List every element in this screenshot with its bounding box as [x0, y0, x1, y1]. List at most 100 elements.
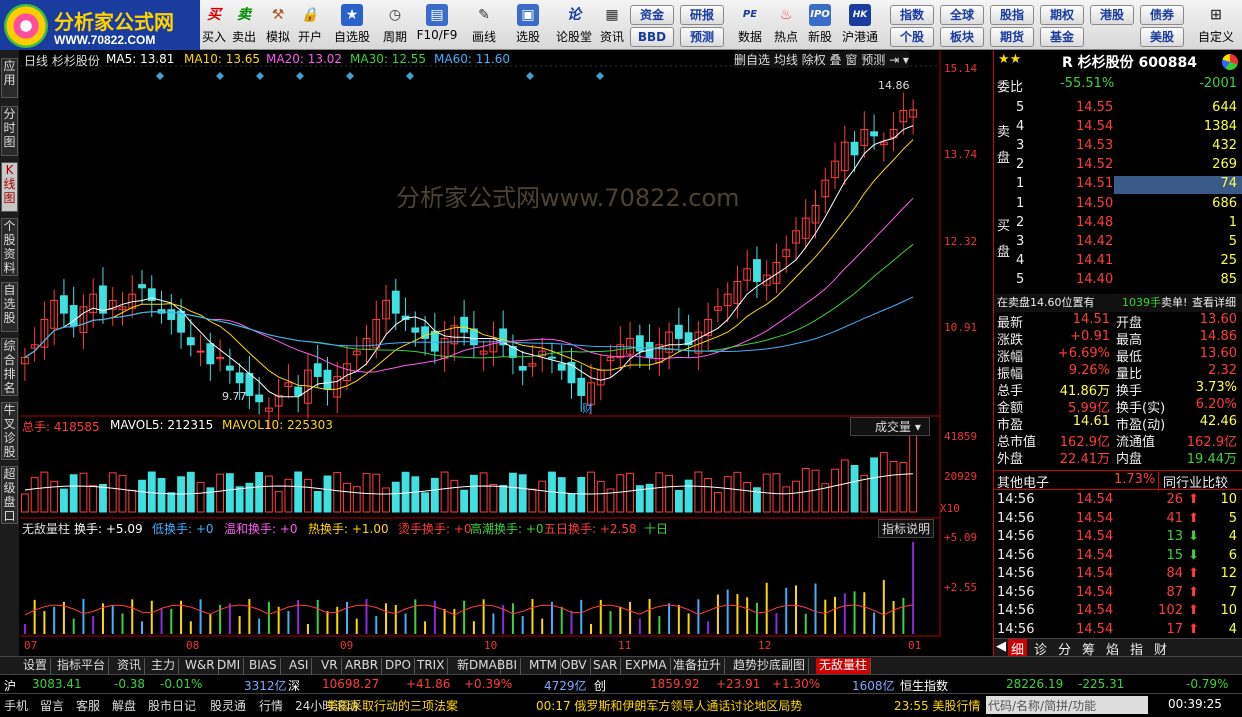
simulate-button[interactable]: ⚒ 模拟 [264, 2, 292, 48]
indicator-tab[interactable]: VR [318, 658, 342, 674]
sell-level-4[interactable]: 4 14.54 1384 [994, 119, 1242, 137]
quick-sector[interactable]: 板块 [940, 27, 984, 47]
quick-hk[interactable]: 港股 [1090, 5, 1134, 25]
quick-bonds[interactable]: 债券 [1140, 5, 1184, 25]
status-item[interactable]: 行情 [259, 697, 283, 714]
status-item[interactable]: 客服 [76, 697, 100, 714]
quick-funds2[interactable]: 基金 [1040, 27, 1084, 47]
volume-bar [99, 483, 107, 513]
quick-funds[interactable]: 资金 [630, 5, 674, 25]
indicator-tab[interactable]: 资讯 [114, 658, 146, 674]
volume-bar [255, 472, 264, 513]
buy-button[interactable]: 买买入 [202, 2, 226, 48]
indicator-tab[interactable]: DMI [214, 658, 245, 674]
stock-picker-button[interactable]: ▣ 选股 [510, 2, 546, 48]
indicator-tab[interactable]: 无敌量柱 [816, 658, 872, 674]
buy-level-3[interactable]: 3 14.42 5 [994, 234, 1242, 252]
tab-intraday[interactable]: 分时图 [1, 106, 18, 156]
sell-button[interactable]: 卖卖出 [232, 2, 256, 48]
open-account-button[interactable]: 🔒 开户 [296, 2, 324, 48]
kline-chart-area[interactable]: 日线 杉杉股份 MA5: 13.81 MA10: 13.65 MA20: 13.… [20, 50, 977, 652]
indicator-tab[interactable]: SAR [590, 658, 622, 674]
forum-button[interactable]: 论论股堂 [554, 2, 594, 48]
quick-research[interactable]: 研报 [680, 5, 724, 25]
indicator-tab[interactable]: OBV [558, 658, 591, 674]
tab-super-level[interactable]: 超级盘口 [1, 466, 18, 524]
status-item[interactable]: 解盘 [112, 697, 136, 714]
indicator-tab[interactable]: BBI [494, 658, 522, 674]
overlay-button[interactable]: 叠 [830, 53, 842, 67]
status-item[interactable]: 股市日记 [148, 697, 196, 714]
quick-forecast[interactable]: 预测 [680, 27, 724, 47]
status-item[interactable]: 股灵通 [210, 697, 246, 714]
ma-button[interactable]: 均线 [774, 53, 798, 67]
expand-icon[interactable]: ⇥ ▾ [889, 53, 909, 67]
watchlist-button[interactable]: ★ 自选股 [332, 2, 372, 48]
draw-line-button[interactable]: ✎ 画线 [466, 2, 502, 48]
indicator-tab[interactable]: BIAS [246, 658, 281, 674]
globe-icon[interactable] [1222, 54, 1238, 70]
indicator-tab[interactable]: ASI [286, 658, 313, 674]
tab-watchlist[interactable]: 自选股 [1, 282, 18, 332]
status-item[interactable]: 手机 [4, 697, 28, 714]
quick-futures[interactable]: 期货 [990, 27, 1034, 47]
sell-level-1[interactable]: 1 14.51 74 [994, 176, 1242, 194]
ipo-button[interactable]: IPO 新股 [806, 2, 834, 48]
level-num: 4 [1016, 253, 1025, 268]
news-headline-1[interactable]: 美国采取行动的三项法案 [326, 697, 458, 714]
period-button[interactable]: ◷ 周期 [378, 2, 412, 48]
quick-global[interactable]: 全球 [940, 5, 984, 25]
indicator-tab[interactable]: TRIX [414, 658, 449, 674]
search-input[interactable]: 代码/名称/简拼/功能 [986, 696, 1148, 714]
hk-connect-button[interactable]: HK 沪港通 [840, 2, 880, 48]
indicator-tab[interactable]: 设置 [20, 658, 52, 674]
finance-marker[interactable]: 财 [582, 400, 593, 416]
indicator-tab[interactable]: 主力 [148, 658, 180, 674]
quick-options[interactable]: 期权 [1040, 5, 1084, 25]
big-order-note[interactable]: 在卖盘14.60位置有 1039手 卖单! 查看详细 [994, 294, 1242, 312]
delete-watchlist-button[interactable]: 删自选 [734, 53, 770, 67]
data-button[interactable]: PE 数据 [736, 2, 764, 48]
sell-level-5[interactable]: 5 14.55 644 [994, 100, 1242, 118]
quick-index[interactable]: 指数 [890, 5, 934, 25]
tab-kline[interactable]: K线图 [1, 162, 18, 212]
volume-bar [108, 472, 117, 513]
buy-level-4[interactable]: 4 14.41 25 [994, 253, 1242, 271]
indicator-tab[interactable]: EXPMA [622, 658, 671, 674]
indicator-tab[interactable]: 趋势抄底副图 [730, 658, 810, 674]
buy-level-1[interactable]: 1 14.50 686 [994, 196, 1242, 214]
quick-futures-index[interactable]: 股指 [990, 5, 1034, 25]
sector-compare-button[interactable]: 同行业比较 [1158, 472, 1228, 491]
indicator-tab[interactable]: DPO [382, 658, 415, 674]
vol-dropdown[interactable]: 成交量 ▾ [850, 417, 930, 436]
ex-right-button[interactable]: 除权 [802, 53, 826, 67]
tab-stock-info[interactable]: 个股资料 [1, 218, 18, 276]
month-01: 01 [908, 639, 922, 652]
sell-level-2[interactable]: 2 14.52 269 [994, 157, 1242, 175]
tab-ranking[interactable]: 综合排名 [1, 338, 18, 396]
buy-level-2[interactable]: 2 14.48 1 [994, 215, 1242, 233]
sell-level-3[interactable]: 3 14.53 432 [994, 138, 1242, 156]
indicator-help-button[interactable]: 指标说明 [878, 519, 935, 538]
buy-level-5[interactable]: 5 14.40 85 [994, 272, 1242, 290]
forecast-button[interactable]: 预测 [861, 53, 885, 67]
customize-button[interactable]: ⊞ 自定义 [1196, 2, 1236, 48]
indicator-tab[interactable]: ARBR [342, 658, 383, 674]
window-button[interactable]: 窗 [845, 53, 857, 67]
tab-diagnose[interactable]: 牛叉诊股 [1, 402, 18, 460]
news-headline-3[interactable]: 23:55 美股行情 [894, 697, 980, 714]
status-item[interactable]: 留言 [40, 697, 64, 714]
quick-bbd[interactable]: BBD [630, 27, 674, 47]
tab-apps[interactable]: 应用 [1, 58, 18, 98]
indicator-tab[interactable]: 准备拉升 [670, 658, 726, 674]
note-detail-link[interactable]: 查看详细 [1192, 294, 1236, 310]
indicator-tab[interactable]: 指标平台 [54, 658, 110, 674]
indicator-tab[interactable]: MTM [526, 658, 562, 674]
candle-body [138, 284, 146, 289]
news-button[interactable]: ▦ 资讯 [598, 2, 626, 48]
quick-stock[interactable]: 个股 [890, 27, 934, 47]
hotspot-button[interactable]: ♨ 热点 [772, 2, 800, 48]
news-headline-2[interactable]: 00:17 俄罗斯和伊朗军方领导人通话讨论地区局势 [536, 697, 802, 714]
quick-us[interactable]: 美股 [1140, 27, 1184, 47]
f10-button[interactable]: ▤ F10/F9 [416, 2, 458, 48]
